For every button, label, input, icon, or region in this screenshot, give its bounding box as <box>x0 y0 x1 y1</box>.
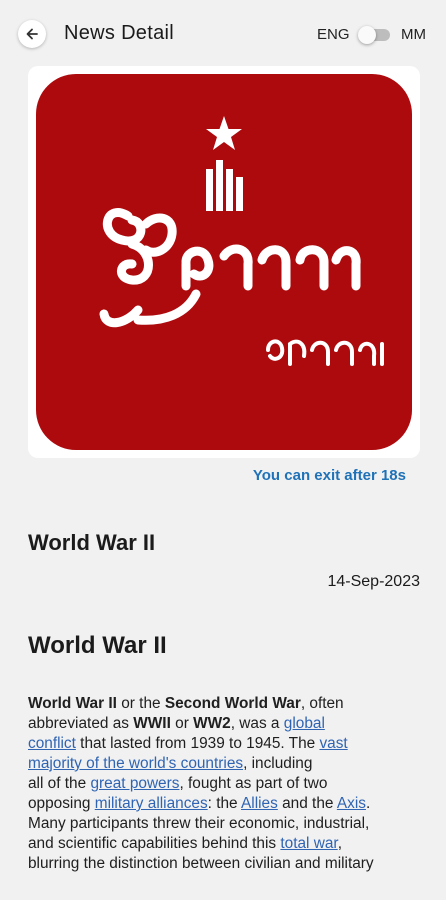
article-link[interactable]: global <box>284 715 325 732</box>
article-text: and the <box>277 795 337 812</box>
article-line: Many participants threw their economic, … <box>28 814 420 834</box>
pillar-shape <box>206 169 213 211</box>
star-icon <box>206 116 242 150</box>
article-text: and scientific capabilities behind this <box>28 835 281 852</box>
publisher-logo <box>36 74 412 450</box>
article-text: Many participants threw their economic, … <box>28 815 370 832</box>
article-link[interactable]: majority of the world's countries <box>28 755 243 772</box>
article-link[interactable]: Allies <box>241 795 278 812</box>
article-link[interactable]: conflict <box>28 735 76 752</box>
article-link[interactable]: great powers <box>90 775 179 792</box>
article-text: . <box>365 795 371 812</box>
article-text: abbreviated as <box>28 715 134 732</box>
pillar-shape <box>216 160 223 211</box>
article-text: , <box>337 835 342 852</box>
article-text: : the <box>207 795 242 812</box>
logo-calligraphy <box>99 208 361 328</box>
back-button[interactable] <box>18 20 46 48</box>
toggle-thumb <box>358 26 376 44</box>
article-text: , fought as part of two <box>179 775 328 792</box>
article-line: abbreviated as WWII or WW2, was a global <box>28 714 420 734</box>
article-line: all of the great powers, fought as part … <box>28 774 420 794</box>
article-text: opposing <box>28 795 95 812</box>
article-text: or <box>170 715 194 732</box>
pillar-shape <box>236 177 243 211</box>
article-text: blurring the distinction between civilia… <box>28 855 374 872</box>
page-title: News Detail <box>64 22 174 44</box>
news-title: World War II <box>28 530 156 555</box>
article-bold-text: WW2 <box>193 715 231 732</box>
article-link[interactable]: vast <box>319 735 347 752</box>
language-toggle[interactable] <box>358 26 390 44</box>
news-image-card <box>28 66 420 458</box>
logo-graphic <box>99 116 384 366</box>
article-heading: World War II <box>28 632 167 659</box>
pillar-shape <box>226 169 233 211</box>
article-bold-text: World War II <box>28 695 117 712</box>
article-bold-text: WWII <box>133 715 171 732</box>
article-body: World War II or the Second World War, of… <box>28 694 420 874</box>
article-link[interactable]: military alliances <box>95 795 208 812</box>
arrow-left-icon <box>26 28 38 40</box>
article-bold-text: Second World War <box>164 695 301 712</box>
logo-subtitle-script <box>266 339 384 366</box>
language-label-eng: ENG <box>317 26 350 43</box>
article-text: or the <box>116 695 165 712</box>
app-bar: News Detail ENG MM <box>0 0 446 68</box>
article-line: majority of the world's countries, inclu… <box>28 754 420 774</box>
article-link[interactable]: total war <box>280 835 337 852</box>
language-label-mm: MM <box>401 26 426 43</box>
article-text: that lasted from 1939 to 1945. The <box>75 735 320 752</box>
article-line: opposing military alliances: the Allies … <box>28 794 420 814</box>
article-line: and scientific capabilities behind this … <box>28 834 420 854</box>
article-text: , was a <box>230 715 284 732</box>
article-line: blurring the distinction between civilia… <box>28 854 420 874</box>
article-text: , often <box>300 695 344 712</box>
news-date: 14-Sep-2023 <box>327 573 420 590</box>
exit-countdown: You can exit after 18s <box>252 467 406 484</box>
article-line: World War II or the Second World War, of… <box>28 694 420 714</box>
article-text: all of the <box>28 775 91 792</box>
article-text: , including <box>243 755 313 772</box>
article-line: conflict that lasted from 1939 to 1945. … <box>28 734 420 754</box>
article-link[interactable]: Axis <box>337 795 366 812</box>
